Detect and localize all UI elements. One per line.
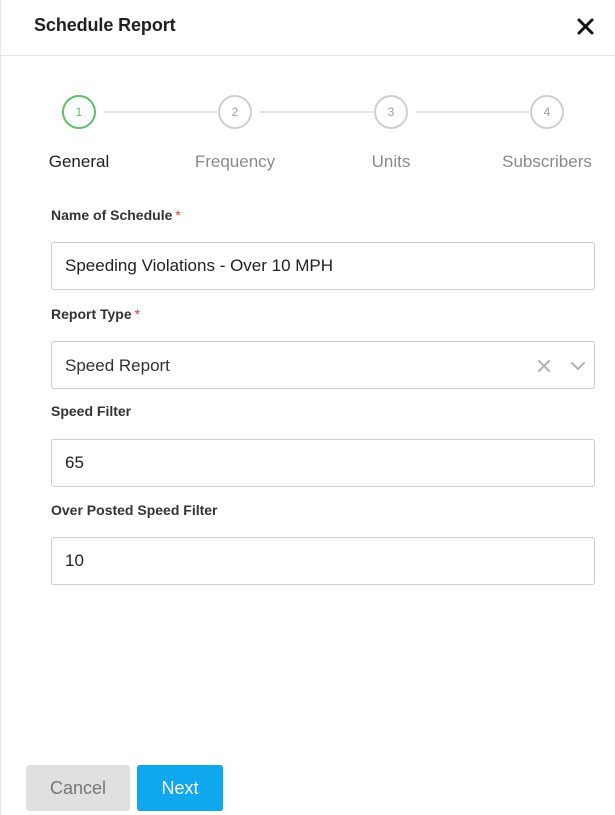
step-3-number: 3 xyxy=(387,105,395,119)
cancel-button[interactable]: Cancel xyxy=(26,765,130,811)
speed-filter-input[interactable] xyxy=(51,439,595,487)
step-2-indicator[interactable]: 2 xyxy=(218,95,252,129)
name-of-schedule-label: Name of Schedule * xyxy=(51,207,181,223)
step-4-indicator[interactable]: 4 xyxy=(530,95,564,129)
step-1-indicator[interactable]: 1 xyxy=(62,95,96,129)
step-1-number: 1 xyxy=(75,105,83,119)
report-type-selected-value: Speed Report xyxy=(65,356,170,375)
required-marker: * xyxy=(134,306,141,322)
chevron-down-icon xyxy=(571,362,585,370)
next-button[interactable]: Next xyxy=(137,765,223,811)
step-label-frequency[interactable]: Frequency xyxy=(165,152,305,172)
clear-selection-button[interactable] xyxy=(536,358,552,374)
speed-filter-label: Speed Filter xyxy=(51,403,132,419)
step-3-indicator[interactable]: 3 xyxy=(374,95,408,129)
step-connector xyxy=(260,111,373,113)
report-type-label: Report Type * xyxy=(51,306,140,322)
step-label-units[interactable]: Units xyxy=(321,152,461,172)
schedule-report-dialog: Schedule Report 1 2 3 4 General Frequenc… xyxy=(0,0,615,815)
required-marker: * xyxy=(175,207,181,223)
clear-icon xyxy=(538,360,550,372)
stepper: 1 2 3 4 General Frequency Units Subscrib… xyxy=(1,0,615,190)
name-of-schedule-input[interactable] xyxy=(51,242,595,290)
step-label-subscribers[interactable]: Subscribers xyxy=(477,152,615,172)
step-connector xyxy=(104,111,217,113)
over-posted-speed-filter-input[interactable] xyxy=(51,537,595,585)
step-4-number: 4 xyxy=(543,105,551,119)
dropdown-toggle[interactable] xyxy=(569,359,587,373)
name-of-schedule-label-text: Name of Schedule xyxy=(51,207,173,223)
step-connector xyxy=(416,111,529,113)
step-label-general[interactable]: General xyxy=(9,152,149,172)
step-2-number: 2 xyxy=(231,105,239,119)
report-type-label-text: Report Type xyxy=(51,306,132,322)
report-type-select[interactable]: Speed Report xyxy=(51,341,595,389)
over-posted-speed-filter-label: Over Posted Speed Filter xyxy=(51,502,218,518)
